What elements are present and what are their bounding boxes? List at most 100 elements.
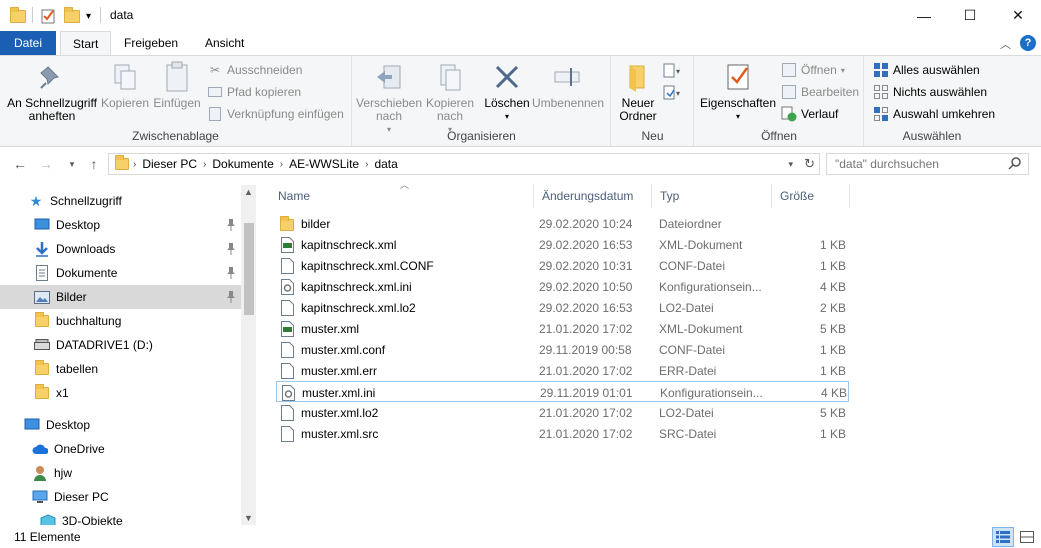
tab-start[interactable]: Start [60, 31, 112, 56]
recent-locations-icon[interactable]: ▾ [62, 154, 82, 174]
cut-button[interactable]: ✂ Ausschneiden [207, 60, 302, 80]
file-row[interactable]: kapitnschreck.xml.lo2 29.02.2020 16:53 LO2… [276, 297, 849, 318]
nav-item-buchhaltung[interactable]: buchhaltung [0, 309, 241, 333]
move-to-button[interactable]: Verschieben nach ▾ [356, 60, 422, 136]
minimize-button[interactable]: — [901, 0, 947, 31]
clipboard-icon [161, 60, 193, 94]
column-header-date[interactable]: Änderungsdatum [534, 184, 652, 208]
column-header-size[interactable]: Größe [772, 184, 850, 208]
nav-item-documents[interactable]: Dokumente [0, 261, 241, 285]
file-type: LO2-Datei [659, 405, 714, 420]
nav-item-x1[interactable]: x1 [0, 381, 241, 405]
copy-icon [109, 60, 141, 94]
details-view-icon[interactable] [992, 527, 1014, 547]
nav-item-user[interactable]: hjw [0, 461, 241, 485]
nav-item-desktop[interactable]: Desktop [0, 213, 241, 237]
file-row[interactable]: muster.xml.conf 29.11.2019 00:58 CONF-Date… [276, 339, 849, 360]
new-item-icon[interactable]: ▾ [662, 62, 686, 83]
breadcrumb-data[interactable]: data [374, 157, 397, 171]
rename-button[interactable]: Umbenennen [531, 60, 605, 110]
properties-button[interactable]: Eigenschaften ▾ [699, 60, 777, 123]
easy-access-icon[interactable]: ▾ [662, 84, 686, 105]
folder-icon [34, 384, 50, 401]
group-label-organize: Organisieren [447, 129, 516, 143]
open-button[interactable]: Öffnen ▾ [781, 60, 845, 80]
nav-item-this-pc[interactable]: Dieser PC [0, 485, 241, 509]
customize-quick-access-icon[interactable]: ▾ [86, 7, 91, 25]
paste-button[interactable]: Einfügen [152, 60, 202, 110]
copy-button[interactable]: Kopieren [100, 60, 150, 110]
move-icon [373, 60, 405, 94]
file-row[interactable]: bilder 29.02.2020 10:24 Dateiordner [276, 213, 849, 234]
nav-item-datadrive1[interactable]: DATADRIVE1 (D:) [0, 333, 241, 357]
properties-quick-icon[interactable] [40, 7, 56, 25]
help-icon[interactable]: ? [1020, 35, 1036, 51]
collapse-ribbon-icon[interactable]: ︿ [1000, 36, 1011, 52]
back-arrow-icon[interactable]: ← [10, 154, 30, 174]
nav-item-downloads[interactable]: Downloads [0, 237, 241, 261]
file-size: 5 KB [819, 405, 846, 420]
select-none-button[interactable]: Nichts auswählen [873, 82, 987, 102]
pin-icon[interactable] [225, 266, 237, 280]
navpane-scrollbar[interactable]: ▲ ▼ [241, 185, 256, 525]
pin-icon[interactable] [225, 218, 237, 232]
nav-item-pictures[interactable]: Bilder [0, 285, 241, 309]
file-row[interactable]: muster.xml.src 21.01.2020 17:02 SRC-Datei 1… [276, 423, 849, 444]
up-arrow-icon[interactable]: ↑ [84, 154, 104, 174]
file-row[interactable]: kapitnschreck.xml.ini 29.02.2020 10:50 Kon… [276, 276, 849, 297]
close-button[interactable]: ✕ [995, 0, 1041, 31]
file-row[interactable]: kapitnschreck.xml.CONF 29.02.2020 10:31 CO… [276, 255, 849, 276]
tab-datei[interactable]: Datei [0, 31, 56, 55]
file-date: 29.02.2020 10:24 [539, 216, 633, 231]
file-row[interactable]: muster.xml.lo2 21.01.2020 17:02 LO2-Datei 5… [276, 402, 849, 423]
group-label-new: Neu [641, 129, 664, 143]
file-size: 1 KB [819, 258, 846, 273]
new-folder-quick-icon[interactable] [64, 6, 80, 25]
pin-icon[interactable] [225, 290, 237, 304]
scrollbar-thumb[interactable] [244, 223, 254, 315]
tab-ansicht[interactable]: Ansicht [193, 31, 256, 55]
tab-freigeben[interactable]: Freigeben [112, 31, 190, 55]
file-row[interactable]: kapitnschreck.xml 29.02.2020 16:53 XML-Dok… [276, 234, 849, 255]
nav-item-3d-objects[interactable]: 3D-Objekte [0, 509, 241, 525]
history-button[interactable]: Verlauf [781, 104, 838, 124]
file-row[interactable]: muster.xml.err 21.01.2020 17:02 ERR-Datei 1… [276, 360, 849, 381]
pin-icon[interactable] [225, 242, 237, 256]
scroll-up-icon[interactable]: ▲ [241, 185, 256, 199]
cloud-icon [32, 441, 48, 457]
pin-quick-access-button[interactable]: An Schnellzugriff anheften [6, 60, 98, 123]
navigation-pane: ★ Schnellzugriff Desktop Downloads Dokum… [0, 185, 256, 525]
file-row[interactable]: muster.xml 21.01.2020 17:02 XML-Dokument 5 … [276, 318, 849, 339]
file-row[interactable]: muster.xml.ini 29.11.2019 01:01 Konfigurat… [276, 381, 849, 402]
nav-item-tabellen[interactable]: tabellen [0, 357, 241, 381]
forward-arrow-icon[interactable]: → [36, 154, 56, 174]
svg-text:▾: ▾ [676, 89, 680, 98]
copy-to-button[interactable]: Kopieren nach ▾ [423, 60, 477, 136]
column-header-type[interactable]: Typ [652, 184, 772, 208]
scissors-icon: ✂ [209, 63, 221, 77]
search-input[interactable]: "data" durchsuchen [826, 153, 1029, 175]
address-bar[interactable]: › Dieser PC › Dokumente › AE-WWSLite › d… [108, 153, 820, 175]
new-folder-button[interactable]: Neuer Ordner [616, 60, 660, 123]
copy-path-button[interactable]: Pfad kopieren [207, 82, 301, 102]
breadcrumb-ae-wwslite[interactable]: AE-WWSLite [289, 157, 359, 171]
breadcrumb-dokumente[interactable]: Dokumente [212, 157, 273, 171]
large-icons-view-icon[interactable] [1016, 527, 1038, 547]
maximize-button[interactable]: ☐ [947, 0, 993, 31]
nav-item-onedrive[interactable]: OneDrive [0, 437, 241, 461]
select-all-icon [873, 62, 889, 78]
address-dropdown-icon[interactable]: ▾ [788, 159, 793, 170]
column-header-name[interactable]: Name [270, 184, 534, 208]
invert-selection-icon [873, 106, 889, 122]
nav-item-quick-access[interactable]: ★ Schnellzugriff [0, 189, 241, 213]
paste-shortcut-button[interactable]: Verknüpfung einfügen [207, 104, 344, 124]
delete-button[interactable]: Löschen ▾ [483, 60, 531, 123]
scroll-down-icon[interactable]: ▼ [241, 511, 256, 525]
nav-item-desktop-root[interactable]: Desktop [0, 413, 241, 437]
edit-button[interactable]: Bearbeiten [781, 82, 859, 102]
refresh-icon[interactable]: ↻ [804, 156, 815, 172]
user-icon [32, 465, 48, 481]
breadcrumb-dieser-pc[interactable]: Dieser PC [142, 157, 197, 171]
invert-selection-button[interactable]: Auswahl umkehren [873, 104, 995, 124]
select-all-button[interactable]: Alles auswählen [873, 60, 980, 80]
